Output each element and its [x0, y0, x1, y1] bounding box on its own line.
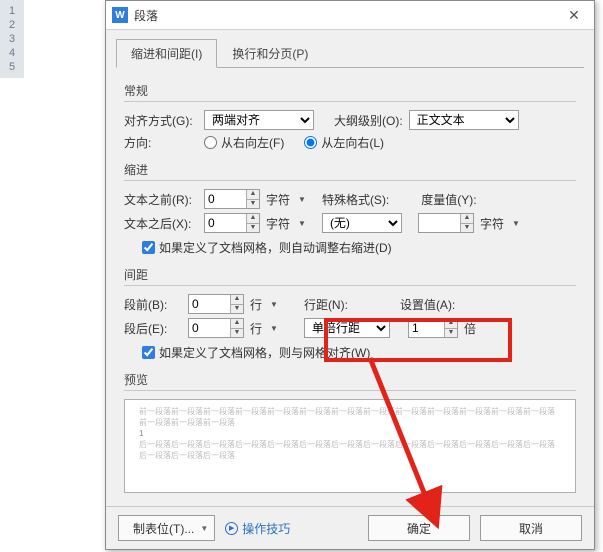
tips-link[interactable]: ▶ 操作技巧 — [225, 520, 290, 537]
spin-up-icon[interactable]: ▲ — [246, 190, 259, 200]
section-preview-header: 预览 — [124, 371, 576, 388]
paragraph-dialog: W 段落 ✕ 缩进和间距(I) 换行和分页(P) 常规 对齐方式(G): 两端对… — [105, 0, 595, 550]
ok-button[interactable]: 确定 — [368, 515, 470, 541]
setvalue-spinner[interactable]: ▲▼ — [408, 318, 458, 338]
dialog-title: 段落 — [134, 7, 554, 24]
preview-sample-text: 1 — [139, 428, 561, 439]
indent-after-label: 文本之后(X): — [124, 215, 198, 232]
unit-char: 字符 — [266, 215, 290, 232]
chevron-down-icon[interactable]: ▼ — [512, 219, 520, 228]
outline-select[interactable]: 正文文本 — [409, 110, 519, 130]
line-number: 5 — [0, 60, 24, 74]
link-label: 操作技巧 — [242, 520, 290, 537]
button-label: 制表位(T)... — [133, 520, 194, 537]
cancel-button[interactable]: 取消 — [480, 515, 582, 541]
unit-line: 行 — [250, 296, 262, 313]
align-label: 对齐方式(G): — [124, 112, 198, 129]
direction-label: 方向: — [124, 134, 198, 151]
spin-up-icon[interactable]: ▲ — [246, 214, 259, 224]
play-icon: ▶ — [225, 522, 238, 535]
space-before-spinner[interactable]: ▲▼ — [188, 294, 244, 314]
spin-down-icon[interactable]: ▼ — [460, 224, 473, 233]
gutter-line-numbers: 1 2 3 4 5 — [0, 0, 24, 78]
spin-down-icon[interactable]: ▼ — [246, 224, 259, 233]
radio-label: 从右向左(F) — [221, 134, 284, 151]
chevron-down-icon[interactable]: ▼ — [270, 300, 278, 309]
special-format-select[interactable]: (无) — [322, 213, 402, 233]
spin-down-icon[interactable]: ▼ — [230, 305, 243, 314]
line-number: 4 — [0, 46, 24, 60]
tab-strip: 缩进和间距(I) 换行和分页(P) — [116, 38, 584, 68]
spin-up-icon[interactable]: ▲ — [460, 214, 473, 224]
checkbox-label: 如果定义了文档网格，则自动调整右缩进(D) — [159, 239, 392, 256]
setvalue-label: 设置值(A): — [400, 296, 455, 313]
spin-down-icon[interactable]: ▼ — [246, 200, 259, 209]
tab-pagebreak[interactable]: 换行和分页(P) — [217, 39, 323, 68]
radio-label: 从左向右(L) — [321, 134, 384, 151]
indent-before-spinner[interactable]: ▲▼ — [204, 189, 260, 209]
tab-label: 缩进和间距(I) — [131, 47, 202, 61]
spin-up-icon[interactable]: ▲ — [230, 295, 243, 305]
checkbox-label: 如果定义了文档网格，则与网格对齐(W) — [159, 344, 370, 361]
divider — [124, 390, 576, 391]
auto-adjust-right-indent-checkbox[interactable] — [142, 241, 155, 254]
line-spacing-select[interactable]: 单倍行距 — [304, 318, 390, 338]
line-number: 1 — [0, 4, 24, 18]
outline-label: 大纲级别(O): — [334, 112, 403, 129]
section-indent-header: 缩进 — [124, 161, 576, 178]
snap-to-grid-checkbox[interactable] — [142, 346, 155, 359]
direction-ltr-radio[interactable]: 从左向右(L) — [304, 134, 384, 151]
space-before-label: 段前(B): — [124, 296, 182, 313]
chevron-down-icon[interactable]: ▼ — [298, 195, 306, 204]
section-general-header: 常规 — [124, 82, 576, 99]
divider — [124, 285, 576, 286]
dialog-footer: 制表位(T)... ▼ ▶ 操作技巧 确定 取消 — [106, 506, 594, 549]
line-number: 3 — [0, 32, 24, 46]
close-button[interactable]: ✕ — [554, 1, 594, 29]
chevron-down-icon[interactable]: ▼ — [270, 324, 278, 333]
divider — [124, 101, 576, 102]
spin-up-icon[interactable]: ▲ — [444, 319, 457, 329]
chevron-down-icon: ▼ — [200, 524, 208, 533]
divider — [124, 180, 576, 181]
tab-label: 换行和分页(P) — [232, 47, 308, 61]
unit-char: 字符 — [480, 215, 504, 232]
section-spacing-header: 间距 — [124, 266, 576, 283]
spin-down-icon[interactable]: ▼ — [230, 329, 243, 338]
unit-bei: 倍 — [464, 320, 476, 337]
titlebar[interactable]: W 段落 ✕ — [106, 1, 594, 30]
space-after-label: 段后(E): — [124, 320, 182, 337]
unit-char: 字符 — [266, 191, 290, 208]
spin-down-icon[interactable]: ▼ — [444, 329, 457, 338]
preview-sample-text: 后一段落后一段落后一段落后一段落后一段落后一段落后一段落后一段落后一段落后一段落… — [139, 439, 561, 461]
button-label: 确定 — [407, 520, 431, 537]
button-label: 取消 — [519, 520, 543, 537]
line-spacing-label: 行距(N): — [304, 296, 348, 313]
direction-rtl-radio[interactable]: 从右向左(F) — [204, 134, 284, 151]
line-number: 2 — [0, 18, 24, 32]
spin-up-icon[interactable]: ▲ — [230, 319, 243, 329]
measure-spinner[interactable]: ▲▼ — [418, 213, 474, 233]
app-icon: W — [112, 7, 128, 23]
preview-box: 前一段落前一段落前一段落前一段落前一段落前一段落前一段落前一段落前一段落前一段落… — [124, 399, 576, 493]
space-after-spinner[interactable]: ▲▼ — [188, 318, 244, 338]
tabstops-button[interactable]: 制表位(T)... ▼ — [118, 515, 215, 541]
chevron-down-icon[interactable]: ▼ — [298, 219, 306, 228]
indent-after-spinner[interactable]: ▲▼ — [204, 213, 260, 233]
preview-sample-text: 前一段落前一段落前一段落前一段落前一段落前一段落前一段落前一段落前一段落前一段落… — [139, 406, 561, 428]
tab-indent-spacing[interactable]: 缩进和间距(I) — [116, 39, 217, 68]
measure-label: 度量值(Y): — [421, 191, 476, 208]
indent-before-label: 文本之前(R): — [124, 191, 198, 208]
align-select[interactable]: 两端对齐 — [204, 110, 314, 130]
unit-line: 行 — [250, 320, 262, 337]
special-format-label: 特殊格式(S): — [322, 191, 389, 208]
